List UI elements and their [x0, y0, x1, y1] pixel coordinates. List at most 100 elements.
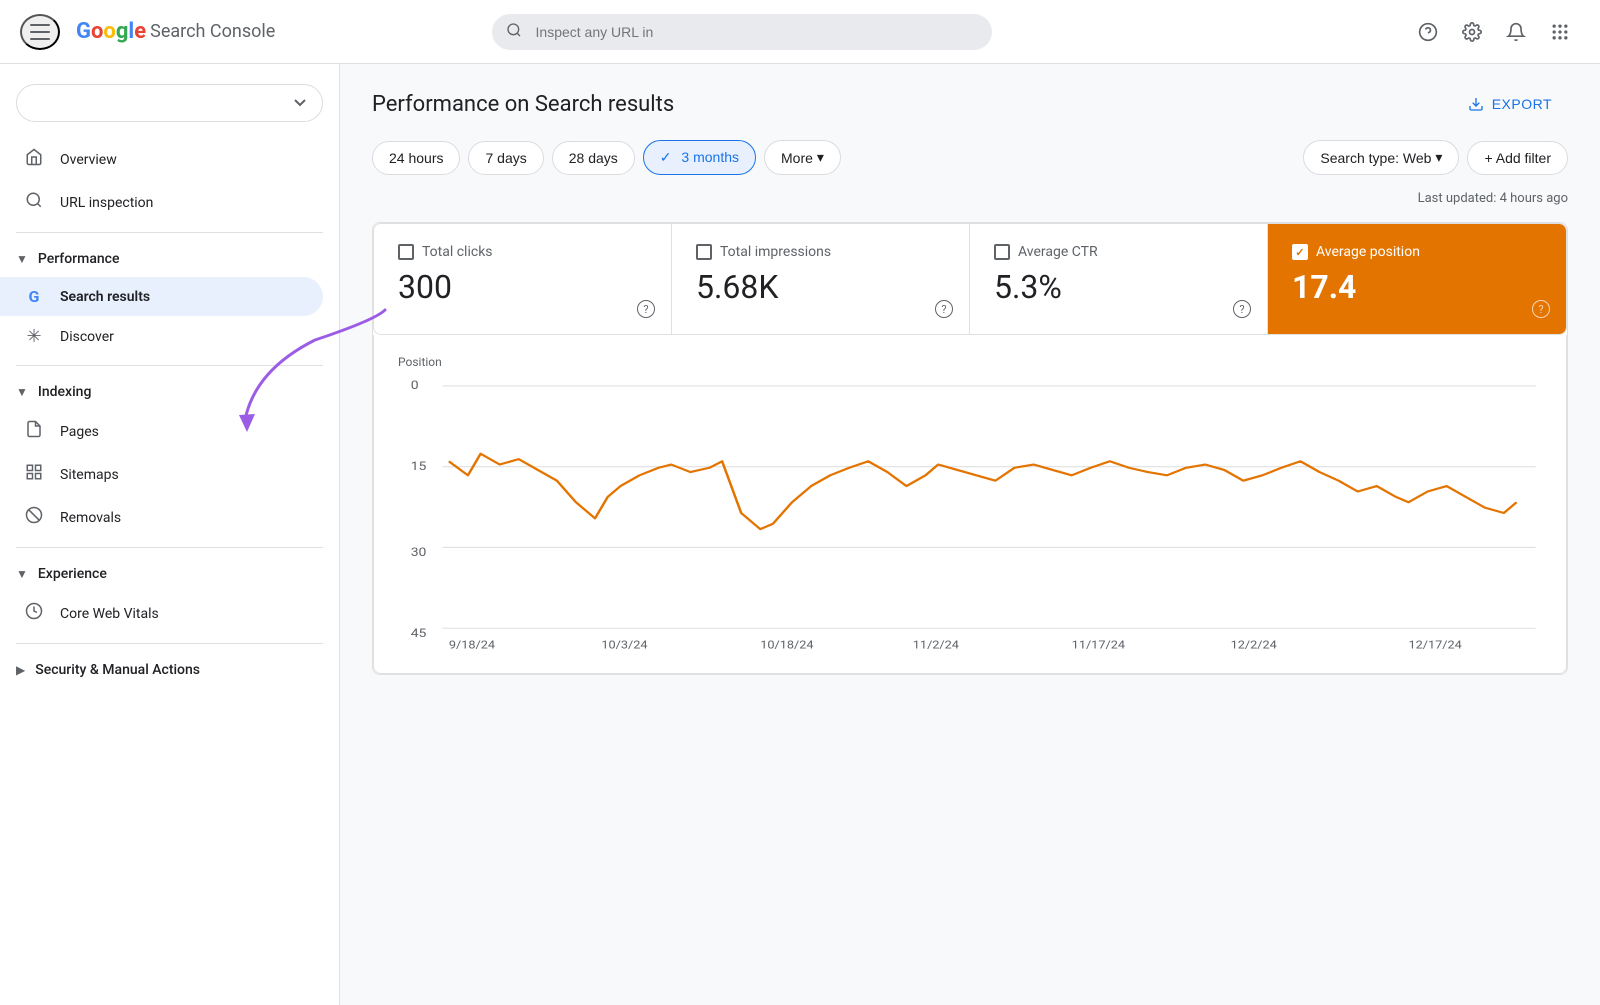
metric-clicks-value: 300	[398, 268, 647, 306]
sidebar-divider-3	[16, 547, 323, 548]
svg-text:10/3/24: 10/3/24	[601, 639, 648, 652]
sidebar-item-overview[interactable]: Overview	[0, 138, 323, 181]
pages-icon	[24, 420, 44, 443]
metric-clicks-header: Total clicks	[398, 244, 647, 260]
apps-button[interactable]	[1540, 12, 1580, 52]
home-icon	[24, 148, 44, 171]
indexing-chevron-icon: ▼	[16, 385, 28, 399]
chart-container: Position 0 15 30 45 9/18/24 10/3/24 10/1…	[373, 335, 1567, 674]
sidebar-item-search-results-label: Search results	[60, 289, 150, 305]
metric-average-position[interactable]: Average position 17.4 ?	[1268, 224, 1566, 334]
main-layout: Overview URL inspection ▼ Performance G …	[0, 64, 1600, 1005]
time-filter-7d-label: 7 days	[485, 150, 526, 166]
sidebar-item-sitemaps-label: Sitemaps	[60, 467, 119, 483]
filter-right: Search type: Web ▾ + Add filter	[1303, 140, 1568, 175]
svg-text:15: 15	[411, 460, 427, 474]
notifications-button[interactable]	[1496, 12, 1536, 52]
metric-impressions-help-icon[interactable]: ?	[935, 300, 953, 318]
time-filter-24h-label: 24 hours	[389, 150, 443, 166]
active-checkmark: ✓	[660, 149, 672, 165]
logo-area: Google Search Console	[76, 19, 275, 44]
sidebar-item-core-web-vitals-label: Core Web Vitals	[60, 606, 159, 622]
svg-text:10/18/24: 10/18/24	[760, 639, 814, 652]
time-filter-7d[interactable]: 7 days	[468, 141, 543, 175]
time-filter-24h[interactable]: 24 hours	[372, 141, 460, 175]
url-inspection-icon	[24, 191, 44, 214]
svg-text:12/17/24: 12/17/24	[1409, 639, 1463, 652]
export-button[interactable]: EXPORT	[1452, 88, 1568, 120]
export-label: EXPORT	[1492, 96, 1552, 112]
sidebar-item-core-web-vitals[interactable]: Core Web Vitals	[0, 592, 323, 635]
metric-total-clicks[interactable]: Total clicks 300 ?	[374, 224, 672, 334]
metric-average-ctr[interactable]: Average CTR 5.3% ?	[970, 224, 1268, 334]
time-filter-28d[interactable]: 28 days	[552, 141, 635, 175]
more-chevron-icon: ▾	[817, 149, 824, 166]
search-type-chevron-icon: ▾	[1435, 149, 1442, 166]
hamburger-button[interactable]	[20, 14, 60, 50]
svg-text:0: 0	[411, 379, 419, 393]
property-dropdown[interactable]	[16, 84, 323, 122]
sidebar: Overview URL inspection ▼ Performance G …	[0, 64, 340, 1005]
sidebar-section-experience-label: Experience	[38, 566, 107, 582]
performance-chevron-icon: ▼	[16, 252, 28, 266]
time-filter-3m[interactable]: ✓ 3 months	[643, 140, 756, 175]
svg-text:45: 45	[411, 627, 427, 641]
property-selector[interactable]	[16, 84, 323, 122]
sidebar-section-security[interactable]: ▶ Security & Manual Actions	[0, 652, 339, 688]
top-header: Google Search Console	[0, 0, 1600, 64]
sidebar-divider-4	[16, 643, 323, 644]
add-filter-button[interactable]: + Add filter	[1467, 141, 1568, 175]
sidebar-item-pages[interactable]: Pages	[0, 410, 323, 453]
search-type-label: Search type: Web	[1320, 150, 1431, 166]
sidebar-item-sitemaps[interactable]: Sitemaps	[0, 453, 323, 496]
performance-chart: 0 15 30 45 9/18/24 10/3/24 10/18/24 11/2…	[398, 373, 1542, 653]
discover-icon: ✳	[24, 326, 44, 347]
experience-chevron-icon: ▼	[16, 567, 28, 581]
sidebar-divider-1	[16, 232, 323, 233]
svg-text:12/2/24: 12/2/24	[1231, 639, 1278, 652]
sidebar-section-indexing[interactable]: ▼ Indexing	[0, 374, 339, 410]
url-search-bar	[492, 14, 992, 50]
help-button[interactable]	[1408, 12, 1448, 52]
app-name-label: Search Console	[150, 21, 275, 42]
metric-ctr-checkbox[interactable]	[994, 244, 1010, 260]
svg-text:11/17/24: 11/17/24	[1072, 639, 1126, 652]
sidebar-section-security-label: Security & Manual Actions	[35, 662, 200, 678]
sidebar-item-pages-label: Pages	[60, 424, 99, 440]
filter-bar: 24 hours 7 days 28 days ✓ 3 months More …	[372, 140, 1568, 175]
sidebar-item-search-results[interactable]: G Search results	[0, 277, 323, 316]
svg-text:9/18/24: 9/18/24	[449, 639, 496, 652]
sidebar-item-url-inspection[interactable]: URL inspection	[0, 181, 323, 224]
metric-impressions-checkbox[interactable]	[696, 244, 712, 260]
metric-position-value: 17.4	[1292, 268, 1542, 306]
metric-position-header: Average position	[1292, 244, 1542, 260]
sidebar-section-experience[interactable]: ▼ Experience	[0, 556, 339, 592]
metric-impressions-label: Total impressions	[720, 244, 831, 260]
metric-position-checkbox[interactable]	[1292, 244, 1308, 260]
sidebar-item-url-inspection-label: URL inspection	[60, 195, 153, 211]
sidebar-item-discover[interactable]: ✳ Discover	[0, 316, 323, 357]
sidebar-item-removals-label: Removals	[60, 510, 121, 526]
security-chevron-icon: ▶	[16, 663, 25, 677]
add-filter-label: + Add filter	[1484, 150, 1551, 166]
metric-ctr-help-icon[interactable]: ?	[1233, 300, 1251, 318]
url-search-input[interactable]	[492, 14, 992, 50]
sidebar-item-discover-label: Discover	[60, 329, 114, 345]
search-type-button[interactable]: Search type: Web ▾	[1303, 140, 1459, 175]
header-actions	[1408, 12, 1580, 52]
metric-position-label: Average position	[1316, 244, 1420, 260]
metric-clicks-help-icon[interactable]: ?	[637, 300, 655, 318]
metric-clicks-checkbox[interactable]	[398, 244, 414, 260]
metric-total-impressions[interactable]: Total impressions 5.68K ?	[672, 224, 970, 334]
settings-button[interactable]	[1452, 12, 1492, 52]
sidebar-item-overview-label: Overview	[60, 152, 117, 168]
content-area: Performance on Search results EXPORT 24 …	[340, 64, 1600, 1005]
core-web-vitals-icon	[24, 602, 44, 625]
sidebar-item-removals[interactable]: Removals	[0, 496, 323, 539]
time-filter-3m-label: 3 months	[681, 149, 739, 165]
metric-ctr-value: 5.3%	[994, 268, 1243, 306]
sidebar-section-performance[interactable]: ▼ Performance	[0, 241, 339, 277]
google-logo: Google	[76, 19, 146, 44]
metric-position-help-icon[interactable]: ?	[1532, 300, 1550, 318]
time-filter-more[interactable]: More ▾	[764, 140, 841, 175]
